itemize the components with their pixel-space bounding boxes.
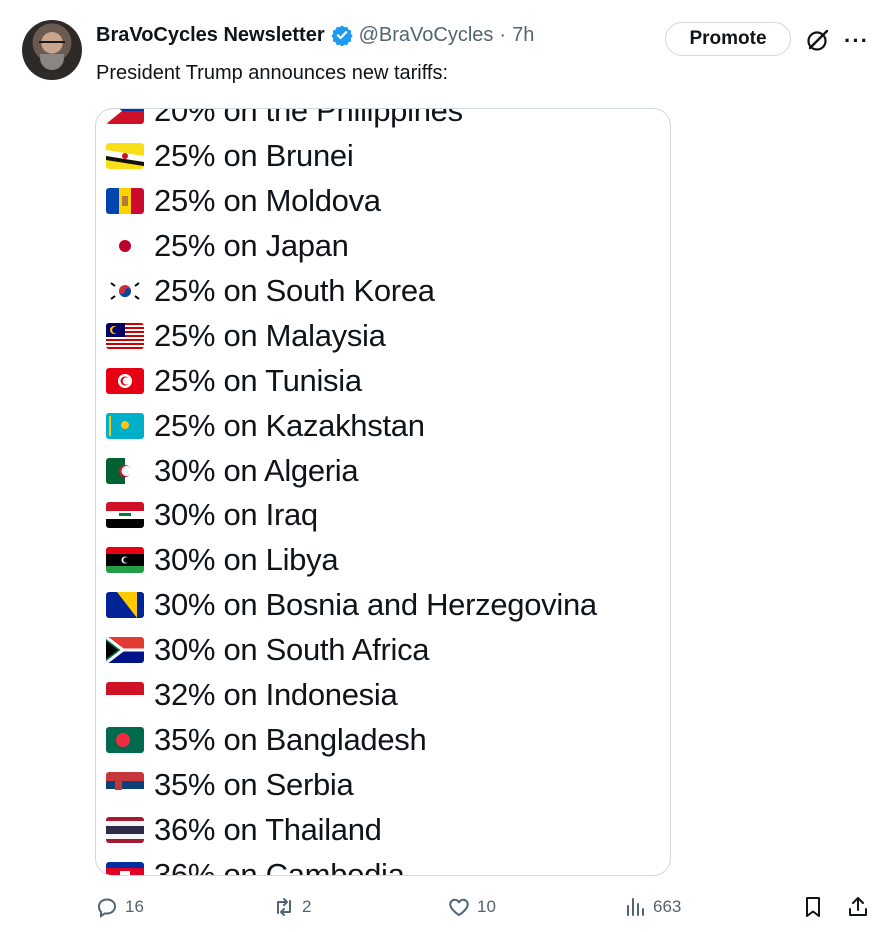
action-bar: 16 2 10 663 [0, 895, 896, 925]
post-time[interactable]: 7h [512, 24, 534, 47]
tariff-label: 30% on South Africa [154, 632, 430, 668]
tariff-row: 36% on Thailand [106, 807, 597, 852]
tariff-label: 30% on Iraq [154, 497, 318, 533]
tariff-row: 30% on Iraq [106, 493, 597, 538]
indonesia-flag-icon [106, 682, 144, 709]
reply-icon [97, 898, 117, 918]
promote-button[interactable]: Promote [665, 22, 791, 56]
tariff-row: 32% on Indonesia [106, 673, 597, 718]
tweet-header: BraVoCycles Newsletter @BraVoCycles · 7h [96, 22, 534, 48]
heart-icon [449, 898, 469, 916]
tariff-label: 36% on Thailand [154, 811, 382, 847]
views-button[interactable]: 663 [623, 895, 681, 919]
views-count: 663 [653, 897, 682, 916]
tweet-text: President Trump announces new tariffs: [96, 62, 449, 84]
bosnia-flag-icon [106, 592, 144, 619]
tariff-row: 36% on Cambodia [106, 852, 597, 876]
malaysia-flag-icon [106, 322, 144, 349]
japan-flag-icon [106, 233, 144, 260]
tariff-label: 25% on Brunei [154, 138, 354, 174]
author-name[interactable]: BraVoCycles Newsletter [96, 24, 325, 47]
tariff-label: 25% on Japan [154, 228, 349, 264]
author-handle[interactable]: @BraVoCycles [359, 24, 494, 47]
bookmark-button[interactable] [801, 895, 825, 919]
south-korea-flag-icon [106, 278, 144, 304]
libya-flag-icon [106, 547, 144, 574]
thailand-flag-icon [106, 816, 144, 843]
tunisia-flag-icon [106, 367, 144, 394]
cambodia-flag-icon [106, 861, 144, 875]
south-africa-flag-icon [106, 637, 144, 664]
tariff-row: 20% on the Philippines [106, 108, 597, 134]
views-icon [627, 898, 644, 916]
tariff-image-card[interactable]: 20% on the Philippines 25% on Brunei 25% o… [95, 108, 671, 876]
tariff-label: 30% on Algeria [154, 452, 359, 488]
verified-badge-icon [330, 25, 353, 46]
brunei-flag-icon [106, 143, 144, 170]
grok-icon[interactable] [805, 27, 831, 53]
avatar-glasses [39, 41, 65, 49]
tariff-list: 20% on the Philippines 25% on Brunei 25% o… [106, 108, 597, 876]
tariff-row: 25% on Japan [106, 224, 597, 269]
bookmark-icon [806, 897, 820, 917]
more-options-icon[interactable]: ··· [844, 28, 869, 54]
tariff-row: 30% on Bosnia and Herzegovina [106, 583, 597, 628]
tariff-row: 30% on Libya [106, 538, 597, 583]
reply-button[interactable]: 16 [95, 895, 144, 919]
tariff-label: 30% on Libya [154, 542, 339, 578]
repost-button[interactable]: 2 [272, 895, 311, 919]
like-button[interactable]: 10 [447, 895, 496, 919]
reply-count: 16 [125, 897, 144, 916]
tariff-row: 25% on Tunisia [106, 358, 597, 403]
tariff-label: 25% on Tunisia [154, 362, 362, 398]
moldova-flag-icon [106, 188, 144, 215]
tariff-label: 25% on Moldova [154, 183, 381, 219]
tariff-row: 25% on Malaysia [106, 313, 597, 358]
philippines-flag-icon [106, 109, 144, 125]
repost-icon [277, 898, 291, 916]
bangladesh-flag-icon [106, 726, 144, 753]
tariff-label: 32% on Indonesia [154, 677, 398, 713]
tariff-label: 25% on South Korea [154, 273, 435, 308]
share-icon [849, 897, 867, 916]
tariff-label: 25% on Kazakhstan [154, 407, 425, 443]
tariff-row: 35% on Bangladesh [106, 717, 597, 762]
tariff-row: 35% on Serbia [106, 762, 597, 807]
tariff-label: 36% on Cambodia [154, 856, 405, 876]
tariff-label: 30% on Bosnia and Herzegovina [154, 587, 597, 623]
kazakhstan-flag-icon [106, 412, 144, 439]
like-count: 10 [477, 897, 496, 916]
tariff-row: 30% on South Africa [106, 628, 597, 673]
serbia-flag-icon [106, 771, 144, 798]
repost-count: 2 [302, 897, 312, 916]
tariff-row: 25% on Moldova [106, 179, 597, 224]
tariff-row: 25% on Brunei [106, 134, 597, 179]
separator-dot: · [499, 23, 507, 46]
tariff-label: 35% on Serbia [154, 766, 354, 802]
iraq-flag-icon [106, 502, 144, 529]
tariff-label: 20% on the Philippines [154, 108, 463, 129]
tariff-label: 35% on Bangladesh [154, 721, 427, 757]
avatar[interactable] [22, 20, 82, 80]
tariff-label: 25% on Malaysia [154, 317, 386, 353]
tariff-row: 25% on South Korea [106, 269, 597, 314]
tariff-row: 30% on Algeria [106, 448, 597, 493]
avatar-beard [40, 54, 64, 70]
algeria-flag-icon [106, 457, 144, 484]
share-button[interactable] [846, 895, 870, 919]
tariff-row: 25% on Kazakhstan [106, 403, 597, 448]
